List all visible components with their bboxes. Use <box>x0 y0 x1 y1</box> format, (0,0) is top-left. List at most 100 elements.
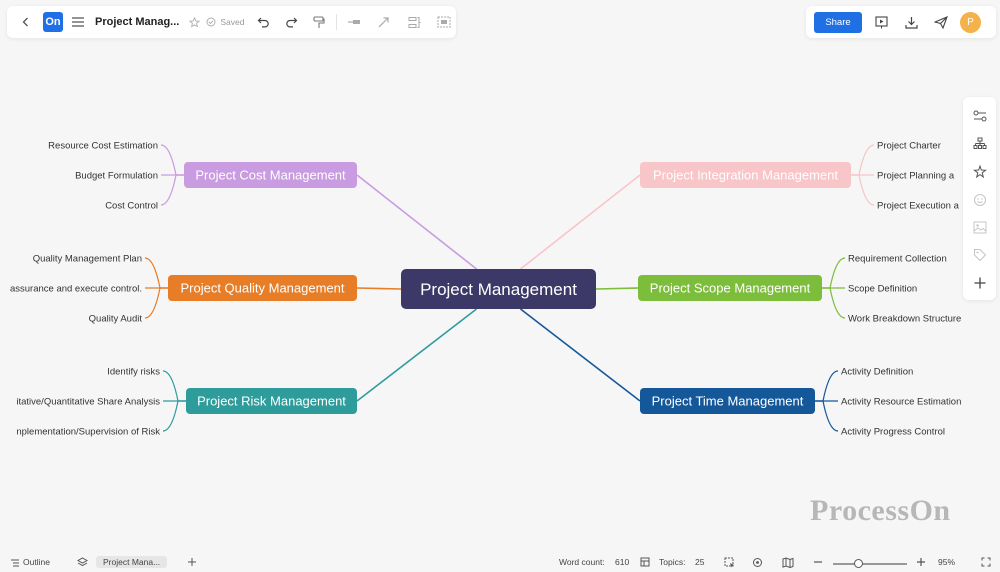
leaf-connector <box>851 144 875 176</box>
right-side-toolbar <box>963 97 996 300</box>
tag-icon[interactable] <box>969 244 991 266</box>
leaf-topic-5-2[interactable]: Scope Definition <box>848 284 917 295</box>
leaf-connector <box>822 257 846 289</box>
leaf-topic-4-1[interactable]: Project Charter <box>877 141 941 152</box>
add-sheet-icon[interactable] <box>187 557 197 569</box>
user-avatar[interactable]: P <box>960 11 981 33</box>
leaf-topic-4-3[interactable]: Project Execution a <box>877 201 960 212</box>
zoom-out-icon[interactable] <box>813 557 823 569</box>
branch-topic-4[interactable]: Project Integration Management <box>640 162 851 188</box>
saved-check-icon <box>205 11 217 33</box>
branch-topic-2[interactable]: Project Quality Management <box>168 275 357 301</box>
branch-topic-3[interactable]: Project Risk Management <box>186 388 357 414</box>
boundary-icon[interactable] <box>433 11 455 33</box>
image-icon[interactable] <box>969 216 991 238</box>
summary-icon[interactable] <box>403 11 425 33</box>
watermark-processon: ProcessOn <box>810 494 951 527</box>
document-title[interactable]: Project Manag... <box>95 16 179 28</box>
minimap-icon[interactable] <box>782 557 794 570</box>
zoom-level: 95% <box>938 557 956 567</box>
leaf-topic-1-2[interactable]: Budget Formulation <box>75 171 158 182</box>
leaf-connector <box>162 370 186 402</box>
branch-topic-1[interactable]: Project Cost Management <box>184 162 357 188</box>
theme-icon[interactable] <box>969 161 991 183</box>
topics-value: 25 <box>695 557 705 567</box>
leaf-topic-2-3[interactable]: Quality Audit <box>89 314 143 325</box>
leaf-connector <box>144 287 168 319</box>
saved-status: Saved <box>220 17 245 27</box>
leaf-topic-5-3[interactable]: Work Breakdown Structure <box>848 314 961 325</box>
branch-topic-label: Project Cost Management <box>195 168 346 183</box>
leaf-topic-6-1[interactable]: Activity Definition <box>841 367 913 378</box>
share-button[interactable]: Share <box>814 11 862 33</box>
back-icon[interactable] <box>15 11 37 33</box>
central-topic[interactable]: Project Management <box>401 269 596 309</box>
leaf-topic-3-1[interactable]: Identify risks <box>107 367 160 378</box>
structure-icon[interactable] <box>969 133 991 155</box>
fullscreen-icon[interactable] <box>981 557 991 569</box>
send-icon[interactable] <box>930 11 952 33</box>
undo-icon[interactable] <box>252 11 274 33</box>
topics-icon <box>640 557 650 569</box>
branch-topic-label: Project Quality Management <box>180 281 344 296</box>
menu-icon[interactable] <box>67 11 89 33</box>
leaf-topic-3-2[interactable]: itative/Quantitative Share Analysis <box>16 397 160 408</box>
leaf-topic-4-2[interactable]: Project Planning a <box>877 171 955 182</box>
zoom-slider-handle[interactable] <box>854 559 864 568</box>
relationship-arrow-icon[interactable] <box>373 11 395 33</box>
branch-topic-label: Project Integration Management <box>653 168 838 183</box>
leaf-connector <box>160 144 184 176</box>
toolbar-divider <box>336 14 338 30</box>
redo-icon[interactable] <box>280 11 302 33</box>
layers-icon[interactable] <box>76 557 89 570</box>
branch-topic-label: Project Scope Management <box>650 281 811 296</box>
branch-connector-6 <box>520 308 641 402</box>
branch-connector-4 <box>520 174 641 270</box>
leaf-topic-5-1[interactable]: Requirement Collection <box>848 254 947 265</box>
select-icon[interactable] <box>724 557 735 570</box>
star-icon[interactable] <box>183 11 205 33</box>
branch-connector-5 <box>595 287 639 290</box>
outline-icon[interactable] <box>10 558 20 570</box>
leaf-connector <box>144 257 168 289</box>
leaf-topic-6-2[interactable]: Activity Resource Estimation <box>841 397 961 408</box>
leaf-connector <box>160 174 184 206</box>
branch-connector-3 <box>356 308 477 402</box>
leaf-connector <box>822 287 846 319</box>
branch-topic-6[interactable]: Project Time Management <box>640 388 815 414</box>
branch-topic-5[interactable]: Project Scope Management <box>638 275 822 301</box>
zoom-slider-track[interactable] <box>833 563 907 565</box>
leaf-topic-6-3[interactable]: Activity Progress Control <box>841 427 945 438</box>
mindmap-canvas[interactable]: Project Cost Management Resource Cost Est… <box>0 0 1000 572</box>
format-painter-icon[interactable] <box>308 11 330 33</box>
add-icon[interactable] <box>969 272 991 294</box>
leaf-topic-1-3[interactable]: Cost Control <box>105 201 158 212</box>
top-right-toolbar: Share P <box>806 6 996 38</box>
top-toolbar: On Project Manag... Saved <box>7 6 456 38</box>
zoom-in-icon[interactable] <box>916 557 926 569</box>
word-count-label: Word count: <box>559 557 605 567</box>
bottom-status-bar: Outline Project Mana... Word count: 610 … <box>0 554 1000 572</box>
download-icon[interactable] <box>900 11 922 33</box>
leaf-connector <box>851 174 875 206</box>
branch-topic-label: Project Risk Management <box>197 394 346 409</box>
processon-logo[interactable]: On <box>43 12 63 32</box>
branch-connector-2 <box>356 287 402 290</box>
insert-topic-icon[interactable] <box>343 11 365 33</box>
leaf-topic-1-1[interactable]: Resource Cost Estimation <box>48 141 158 152</box>
leaf-connector <box>162 400 186 432</box>
locate-icon[interactable] <box>752 557 763 570</box>
leaf-connector <box>815 370 839 402</box>
leaf-topic-2-2[interactable]: assurance and execute control. <box>10 284 142 295</box>
leaf-topic-2-1[interactable]: Quality Management Plan <box>33 254 142 265</box>
branch-connector-1 <box>356 174 477 270</box>
outline-button[interactable]: Outline <box>23 557 50 567</box>
emoji-icon[interactable] <box>969 189 991 211</box>
style-settings-icon[interactable] <box>969 105 991 127</box>
sheet-tab[interactable]: Project Mana... <box>96 556 168 568</box>
branch-topic-label: Project Time Management <box>652 394 804 409</box>
topics-label: Topics: <box>659 557 686 567</box>
present-icon[interactable] <box>870 11 892 33</box>
word-count-value: 610 <box>615 557 630 567</box>
leaf-topic-3-3[interactable]: nplementation/Supervision of Risk <box>16 427 160 438</box>
